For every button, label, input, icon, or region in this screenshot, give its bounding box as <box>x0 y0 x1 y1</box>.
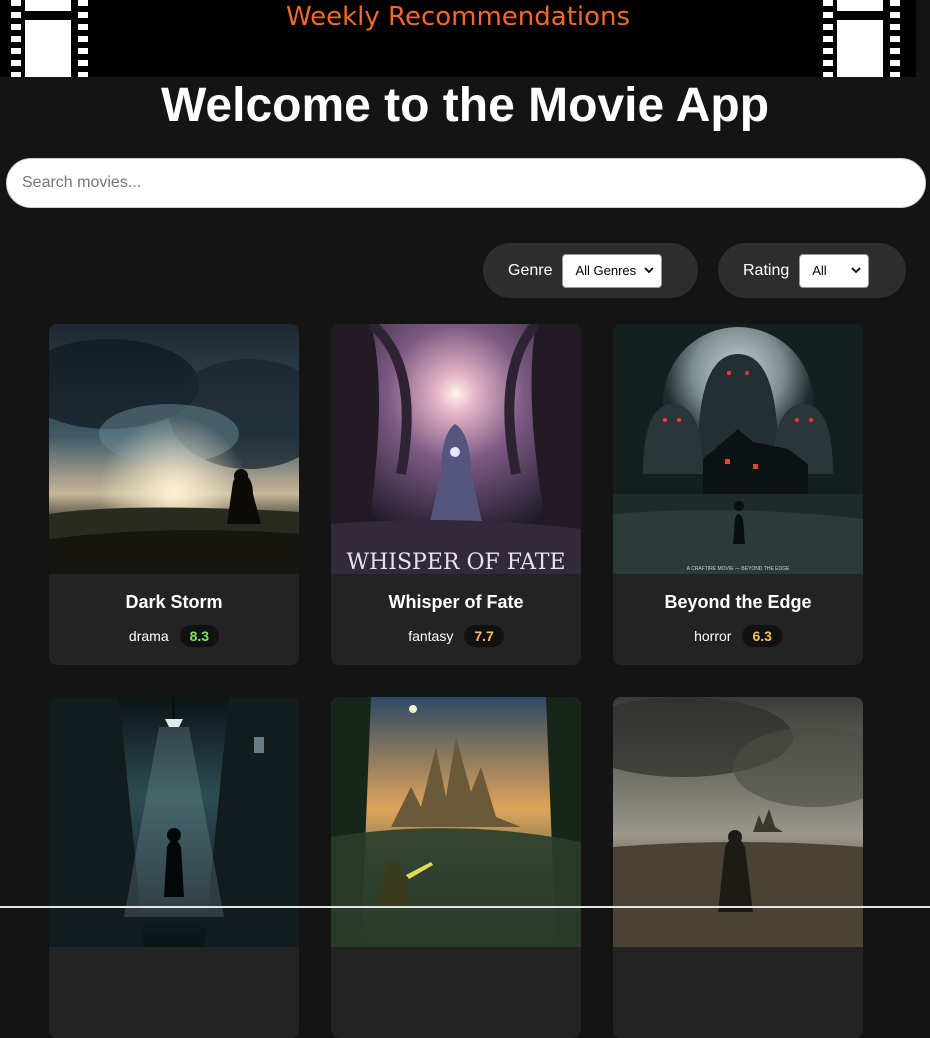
banner-title: Weekly Recommendations <box>285 2 631 32</box>
recommendations-banner: Weekly Recommendations <box>0 0 916 77</box>
movie-poster: A CRAFTIRE MOVIE — BEYOND THE EDGE <box>613 324 863 574</box>
poster-caption: WHISPER OF FATE <box>346 550 565 574</box>
movie-poster <box>49 697 299 947</box>
movie-card[interactable] <box>613 697 863 1038</box>
chevron-down-icon <box>851 266 861 273</box>
chevron-down-icon <box>644 266 655 273</box>
rating-filter-label: Rating <box>743 261 790 279</box>
rating-select[interactable]: All <box>799 253 870 288</box>
genre-select[interactable]: All Genres <box>562 253 663 288</box>
movie-genre: horror <box>694 628 732 644</box>
movie-poster <box>331 697 581 947</box>
movie-title: Dark Storm <box>125 592 223 612</box>
genre-filter: Genre All Genres <box>483 243 698 298</box>
poster-caption: A CRAFTIRE MOVIE — BEYOND THE EDGE <box>687 566 790 572</box>
rating-badge: 6.3 <box>742 625 782 647</box>
movie-card[interactable]: Dark Storm drama 8.3 <box>49 324 299 665</box>
rating-badge: 8.3 <box>179 625 220 647</box>
movie-title: Beyond the Edge <box>664 592 812 612</box>
movie-card[interactable]: WHISPER OF FATE Whisper of Fate fantasy … <box>331 324 581 665</box>
movie-genre: drama <box>128 628 169 644</box>
movie-card[interactable] <box>49 697 299 1038</box>
search-input[interactable] <box>6 158 926 208</box>
movie-poster: WHISPER OF FATE <box>331 324 581 574</box>
movie-poster <box>613 697 863 947</box>
film-strip-icon <box>820 0 900 77</box>
page-title: Welcome to the Movie App <box>160 79 770 132</box>
movie-card[interactable] <box>331 697 581 1038</box>
genre-filter-label: Genre <box>508 261 553 279</box>
movie-title: Whisper of Fate <box>388 592 524 612</box>
movie-genre: fantasy <box>408 628 454 644</box>
genre-select-value: All Genres <box>575 263 637 278</box>
rating-filter: Rating All <box>718 243 906 298</box>
rating-select-value: All <box>812 263 827 278</box>
rating-badge: 7.7 <box>464 625 504 647</box>
movie-poster <box>49 324 299 574</box>
movie-card[interactable]: A CRAFTIRE MOVIE — BEYOND THE EDGE Beyon… <box>613 324 863 665</box>
